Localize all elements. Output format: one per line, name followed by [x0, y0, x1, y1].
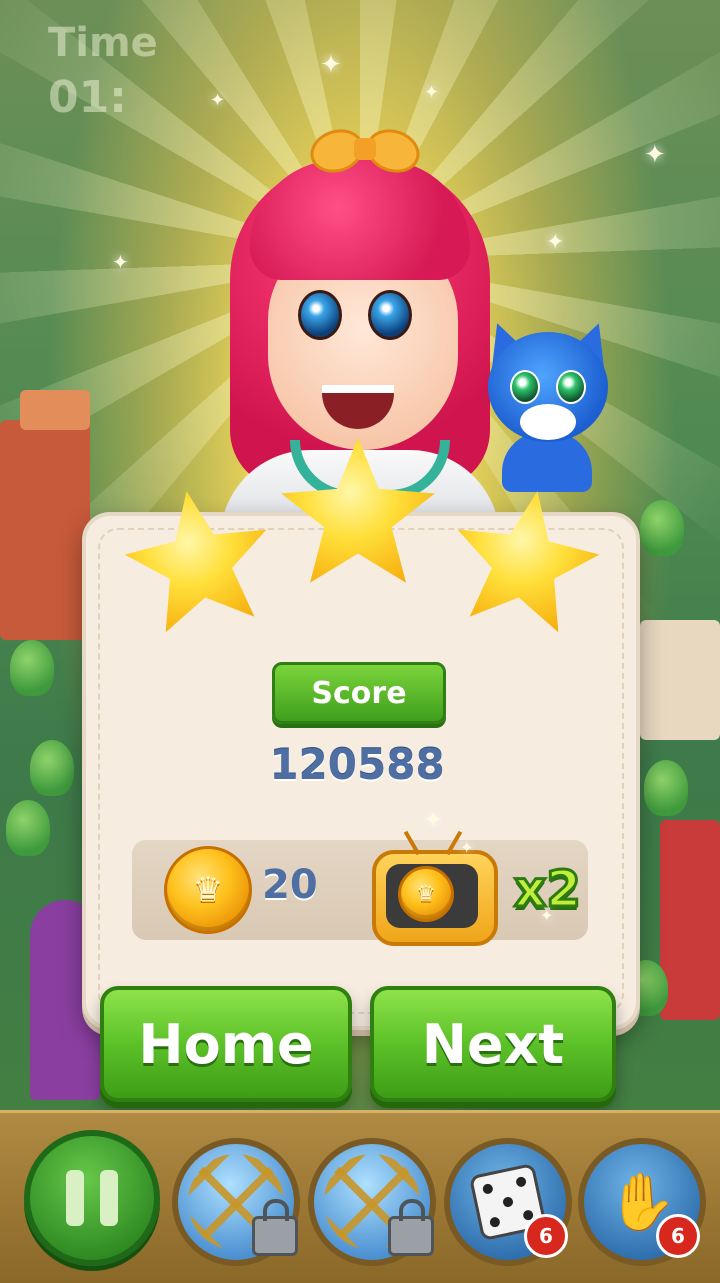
coin-icon: ♛ — [164, 846, 252, 934]
tv-coin-icon: ♛ — [398, 866, 454, 922]
character-cat — [478, 316, 618, 492]
building-left-roof — [20, 390, 90, 430]
glove-count-badge: 6 — [656, 1214, 700, 1258]
sparkle-icon: ✦ — [112, 250, 129, 274]
sparkle-icon: ✦ — [424, 808, 443, 833]
tree — [644, 760, 688, 816]
home-button[interactable]: Home — [100, 986, 352, 1102]
building-right-red — [660, 820, 720, 1020]
building-right — [640, 620, 720, 740]
hair-bow — [304, 120, 426, 180]
sparkle-icon: ✦ — [210, 90, 226, 111]
lock-icon — [388, 1199, 434, 1256]
timer-display: Time 01: — [48, 20, 158, 123]
tree — [30, 740, 74, 796]
lock-icon — [252, 1199, 298, 1256]
pause-button[interactable] — [24, 1130, 160, 1266]
sparkle-icon: ✦ — [644, 140, 666, 170]
sparkle-icon: ✦ — [460, 838, 474, 857]
tree — [10, 640, 54, 696]
coin-reward-count: 20 — [262, 862, 318, 908]
crown-icon: ♛ — [192, 870, 224, 910]
score-label: Score — [272, 662, 446, 724]
sparkle-icon: ✦ — [320, 50, 342, 80]
timer-value: 01: — [48, 72, 127, 123]
timer-label: Time — [48, 20, 158, 66]
sparkle-icon: ✦ — [540, 906, 554, 925]
next-button[interactable]: Next — [370, 986, 616, 1102]
dice-count-badge: 6 — [524, 1214, 568, 1258]
sparkle-icon: ✦ — [424, 82, 440, 103]
crown-icon: ♛ — [416, 881, 436, 907]
score-value: 120588 — [269, 740, 445, 789]
tree — [640, 500, 684, 556]
tree — [6, 800, 50, 856]
building-left — [0, 420, 90, 640]
pause-icon — [66, 1170, 84, 1226]
sparkle-icon: ✦ — [546, 230, 565, 255]
